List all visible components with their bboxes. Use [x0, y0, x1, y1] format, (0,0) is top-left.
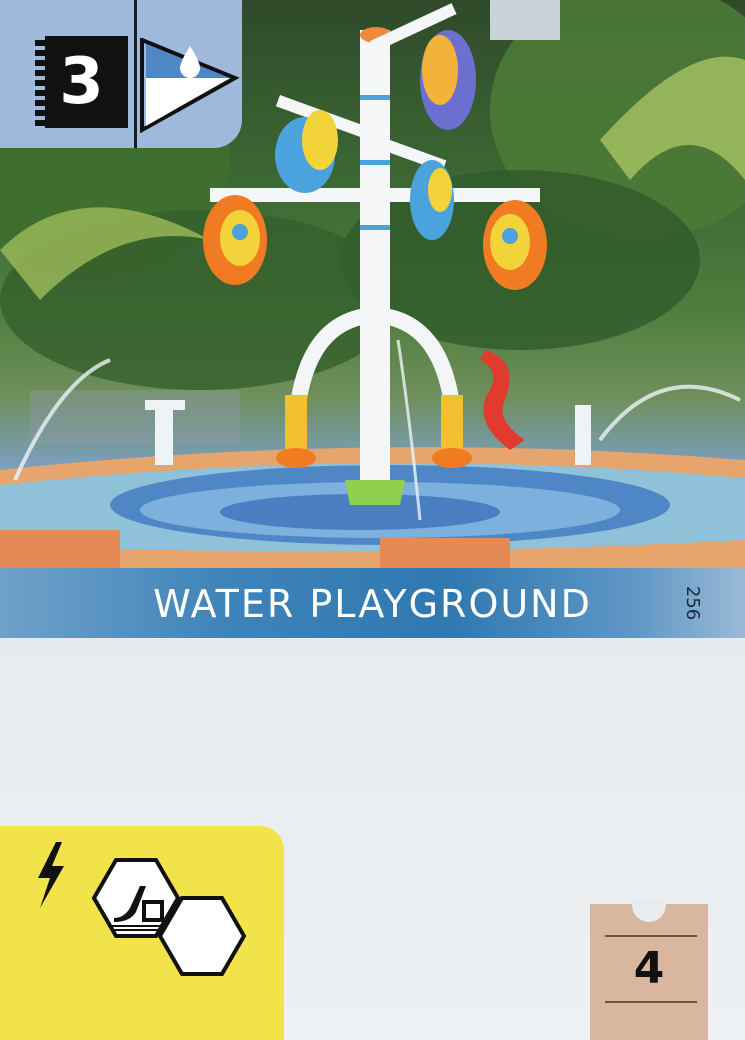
cost-notch-decoration: [35, 36, 45, 128]
lightning-bolt-icon: [38, 842, 64, 908]
water-drop-icon: [140, 38, 240, 134]
cost-value: 3: [35, 36, 128, 128]
card-number: 256: [682, 585, 703, 621]
card: 3 WATER PLAYGROUND 256 4: [0, 0, 745, 1040]
cost-badge: 3: [0, 0, 242, 148]
victory-points-value: 4: [633, 943, 665, 994]
requirement-hexes: [91, 858, 247, 976]
badge-divider: [134, 0, 137, 148]
title-band: WATER PLAYGROUND: [0, 568, 745, 638]
vp-line-top: [605, 935, 697, 937]
card-title: WATER PLAYGROUND: [153, 582, 592, 626]
vp-line-bottom: [605, 1001, 697, 1003]
